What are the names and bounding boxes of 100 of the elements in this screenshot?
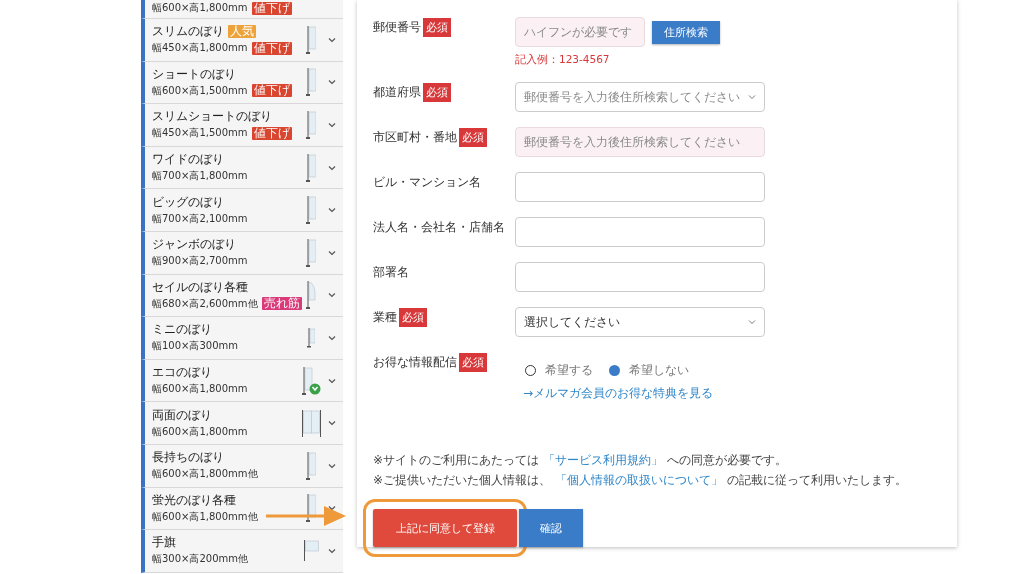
banner-flag-icon xyxy=(306,111,316,139)
field-label: 部署名 xyxy=(373,263,409,281)
item-title: ワイドのぼり xyxy=(152,152,224,168)
chevron-icon[interactable] xyxy=(327,461,337,470)
banner-flag-icon xyxy=(306,281,317,310)
item-size: 幅700×高2,100mm xyxy=(152,211,248,226)
tag: 値下げ xyxy=(251,127,292,140)
policy-link[interactable]: 「サービス利用規約」 xyxy=(542,453,663,467)
item-size: 幅300×高200mm他 xyxy=(152,552,249,567)
sidebar-item[interactable]: ワイドのぼり 幅700×高1,800mm xyxy=(141,146,343,190)
item-size: 幅680×高2,600mm他 xyxy=(152,296,258,311)
banner-flag-icon xyxy=(306,68,316,97)
sidebar-item[interactable]: 蛍光のぼり各種 幅600×高1,800mm他 xyxy=(141,487,343,531)
item-size: 幅600×高1,800mm xyxy=(152,424,248,439)
required-tag: 必須 xyxy=(459,127,487,147)
item-size: 幅600×高1,800mm他 xyxy=(152,509,258,524)
sidebar-item[interactable]: 長持ちのぼり 幅600×高1,800mm他 xyxy=(141,444,343,488)
sidebar-item[interactable]: 手旗 幅300×高200mm他 xyxy=(141,530,343,573)
banner-flag-icon xyxy=(307,327,315,348)
item-title: 両面のぼり xyxy=(152,407,212,423)
notice-text: ※ご提供いただいた個人情報は、 「個人情報の取扱いについて」 の記載に従って利用いたします。 xyxy=(373,472,908,489)
banner-flag-icon xyxy=(301,409,321,437)
text-field[interactable]: ハイフンが必要です xyxy=(515,17,645,47)
item-size: 幅600×高1,800mm xyxy=(152,1,248,15)
text-field[interactable] xyxy=(515,172,765,202)
policy-link[interactable]: 「個人情報の取扱いについて」 xyxy=(554,473,723,487)
chevron-icon[interactable] xyxy=(327,121,337,129)
item-size: 幅600×高1,500mm xyxy=(152,83,248,98)
sidebar-item[interactable]: ミニのぼり 幅100×高300mm xyxy=(141,317,343,360)
address-search-button[interactable]: 住所検索 xyxy=(652,20,720,44)
item-title: 長持ちのぼり xyxy=(152,450,224,466)
select-field[interactable]: 選択してください xyxy=(515,307,765,337)
sidebar-item[interactable]: エコのぼり 幅600×高1,800mm xyxy=(141,359,343,403)
item-size: 幅600×高1,800mm xyxy=(152,382,248,397)
item-size: 幅700×高1,800mm xyxy=(152,169,248,184)
chevron-icon[interactable] xyxy=(327,546,337,555)
chevron-icon[interactable] xyxy=(327,163,337,172)
field-label: ビル・マンション名 xyxy=(373,173,481,191)
chevron-icon[interactable] xyxy=(327,35,337,44)
chevron-icon[interactable] xyxy=(327,419,337,428)
newsletter-link[interactable]: →メルマガ会員のお得な特典を見る xyxy=(523,385,714,402)
banner-flag-icon xyxy=(303,540,319,562)
register-button[interactable]: 上記に同意して登録 xyxy=(373,509,517,547)
item-size: 幅450×高1,500mm xyxy=(152,126,248,141)
text-field[interactable]: 郵便番号を入力後住所検索してください xyxy=(515,127,765,157)
sidebar-item[interactable]: スリムのぼり 人気 幅450×高1,800mm 値下げ xyxy=(141,19,343,62)
item-size: 幅450×高1,800mm xyxy=(152,41,248,56)
sidebar-item[interactable]: ジャンボのぼり 幅900×高2,700mm xyxy=(141,231,343,275)
item-title: 蛍光のぼり各種 xyxy=(152,492,236,508)
banner-flag-icon xyxy=(306,238,316,267)
banner-flag-icon xyxy=(306,451,316,480)
tag: 値下げ xyxy=(251,1,292,15)
field-label: 法人名・会社名・店舗名 xyxy=(373,218,505,236)
chevron-icon[interactable] xyxy=(327,504,337,513)
item-size: 幅900×高2,700mm xyxy=(152,254,248,269)
item-title: エコのぼり xyxy=(152,365,212,381)
item-size: 幅600×高1,800mm他 xyxy=(152,467,258,482)
required-tag: 必須 xyxy=(399,307,427,327)
tag: 人気 xyxy=(228,25,256,39)
field-label: 業種 xyxy=(373,308,397,326)
banner-flag-icon xyxy=(306,153,316,182)
item-title: セイルのぼり各種 xyxy=(152,279,248,295)
radio-option[interactable]: 希望しない xyxy=(609,362,689,379)
item-title: スリムショートのぼり xyxy=(152,109,272,125)
confirm-button[interactable]: 確認 xyxy=(519,509,583,547)
sidebar-item[interactable]: 両面のぼり 幅600×高1,800mm xyxy=(141,402,343,445)
item-title: スリムのぼり xyxy=(152,24,224,40)
chevron-icon[interactable] xyxy=(327,291,337,300)
sidebar-item[interactable]: セイルのぼり各種 幅680×高2,600mm他 売れ筋 xyxy=(141,274,343,318)
tag: 売れ筋 xyxy=(261,297,302,311)
text-field[interactable] xyxy=(515,262,765,292)
item-title: ショートのぼり xyxy=(152,66,236,82)
banner-flag-icon xyxy=(306,196,316,225)
chevron-icon[interactable] xyxy=(327,78,337,87)
item-title: ジャンボのぼり xyxy=(152,237,236,253)
field-label: 郵便番号 xyxy=(373,18,421,36)
sidebar-item[interactable]: ショートのぼり 幅600×高1,500mm 値下げ xyxy=(141,61,343,105)
sidebar-item[interactable]: ビッグのぼり 幅700×高2,100mm xyxy=(141,189,343,232)
radio-option[interactable]: 希望する xyxy=(525,362,593,379)
item-title: 手旗 xyxy=(152,535,176,551)
required-tag: 必須 xyxy=(459,352,487,372)
banner-flag-icon xyxy=(306,494,316,523)
notice-text: ※サイトのご利用にあたっては 「サービス利用規約」 への同意が必要です。 xyxy=(373,452,788,469)
tag: 値下げ xyxy=(251,84,292,98)
item-size: 幅100×高300mm xyxy=(152,339,239,354)
chevron-icon[interactable] xyxy=(327,248,337,257)
chevron-icon[interactable] xyxy=(327,333,337,342)
chevron-icon[interactable] xyxy=(327,376,337,385)
sidebar-item[interactable]: 幅600×高1,800mm 値下げ xyxy=(141,0,343,19)
select-field[interactable]: 郵便番号を入力後住所検索してください xyxy=(515,82,765,112)
required-tag: 必須 xyxy=(423,82,451,102)
tag: 値下げ xyxy=(251,41,292,55)
field-label: 市区町村・番地 xyxy=(373,128,457,146)
field-label: お得な情報配信 xyxy=(373,353,457,371)
banner-flag-icon xyxy=(306,25,316,54)
item-title: ビッグのぼり xyxy=(152,194,224,210)
chevron-icon[interactable] xyxy=(327,206,337,215)
text-field[interactable] xyxy=(515,217,765,247)
sidebar-item[interactable]: スリムショートのぼり 幅450×高1,500mm 値下げ xyxy=(141,104,343,147)
example-hint: 記入例：123-4567 xyxy=(515,53,611,67)
